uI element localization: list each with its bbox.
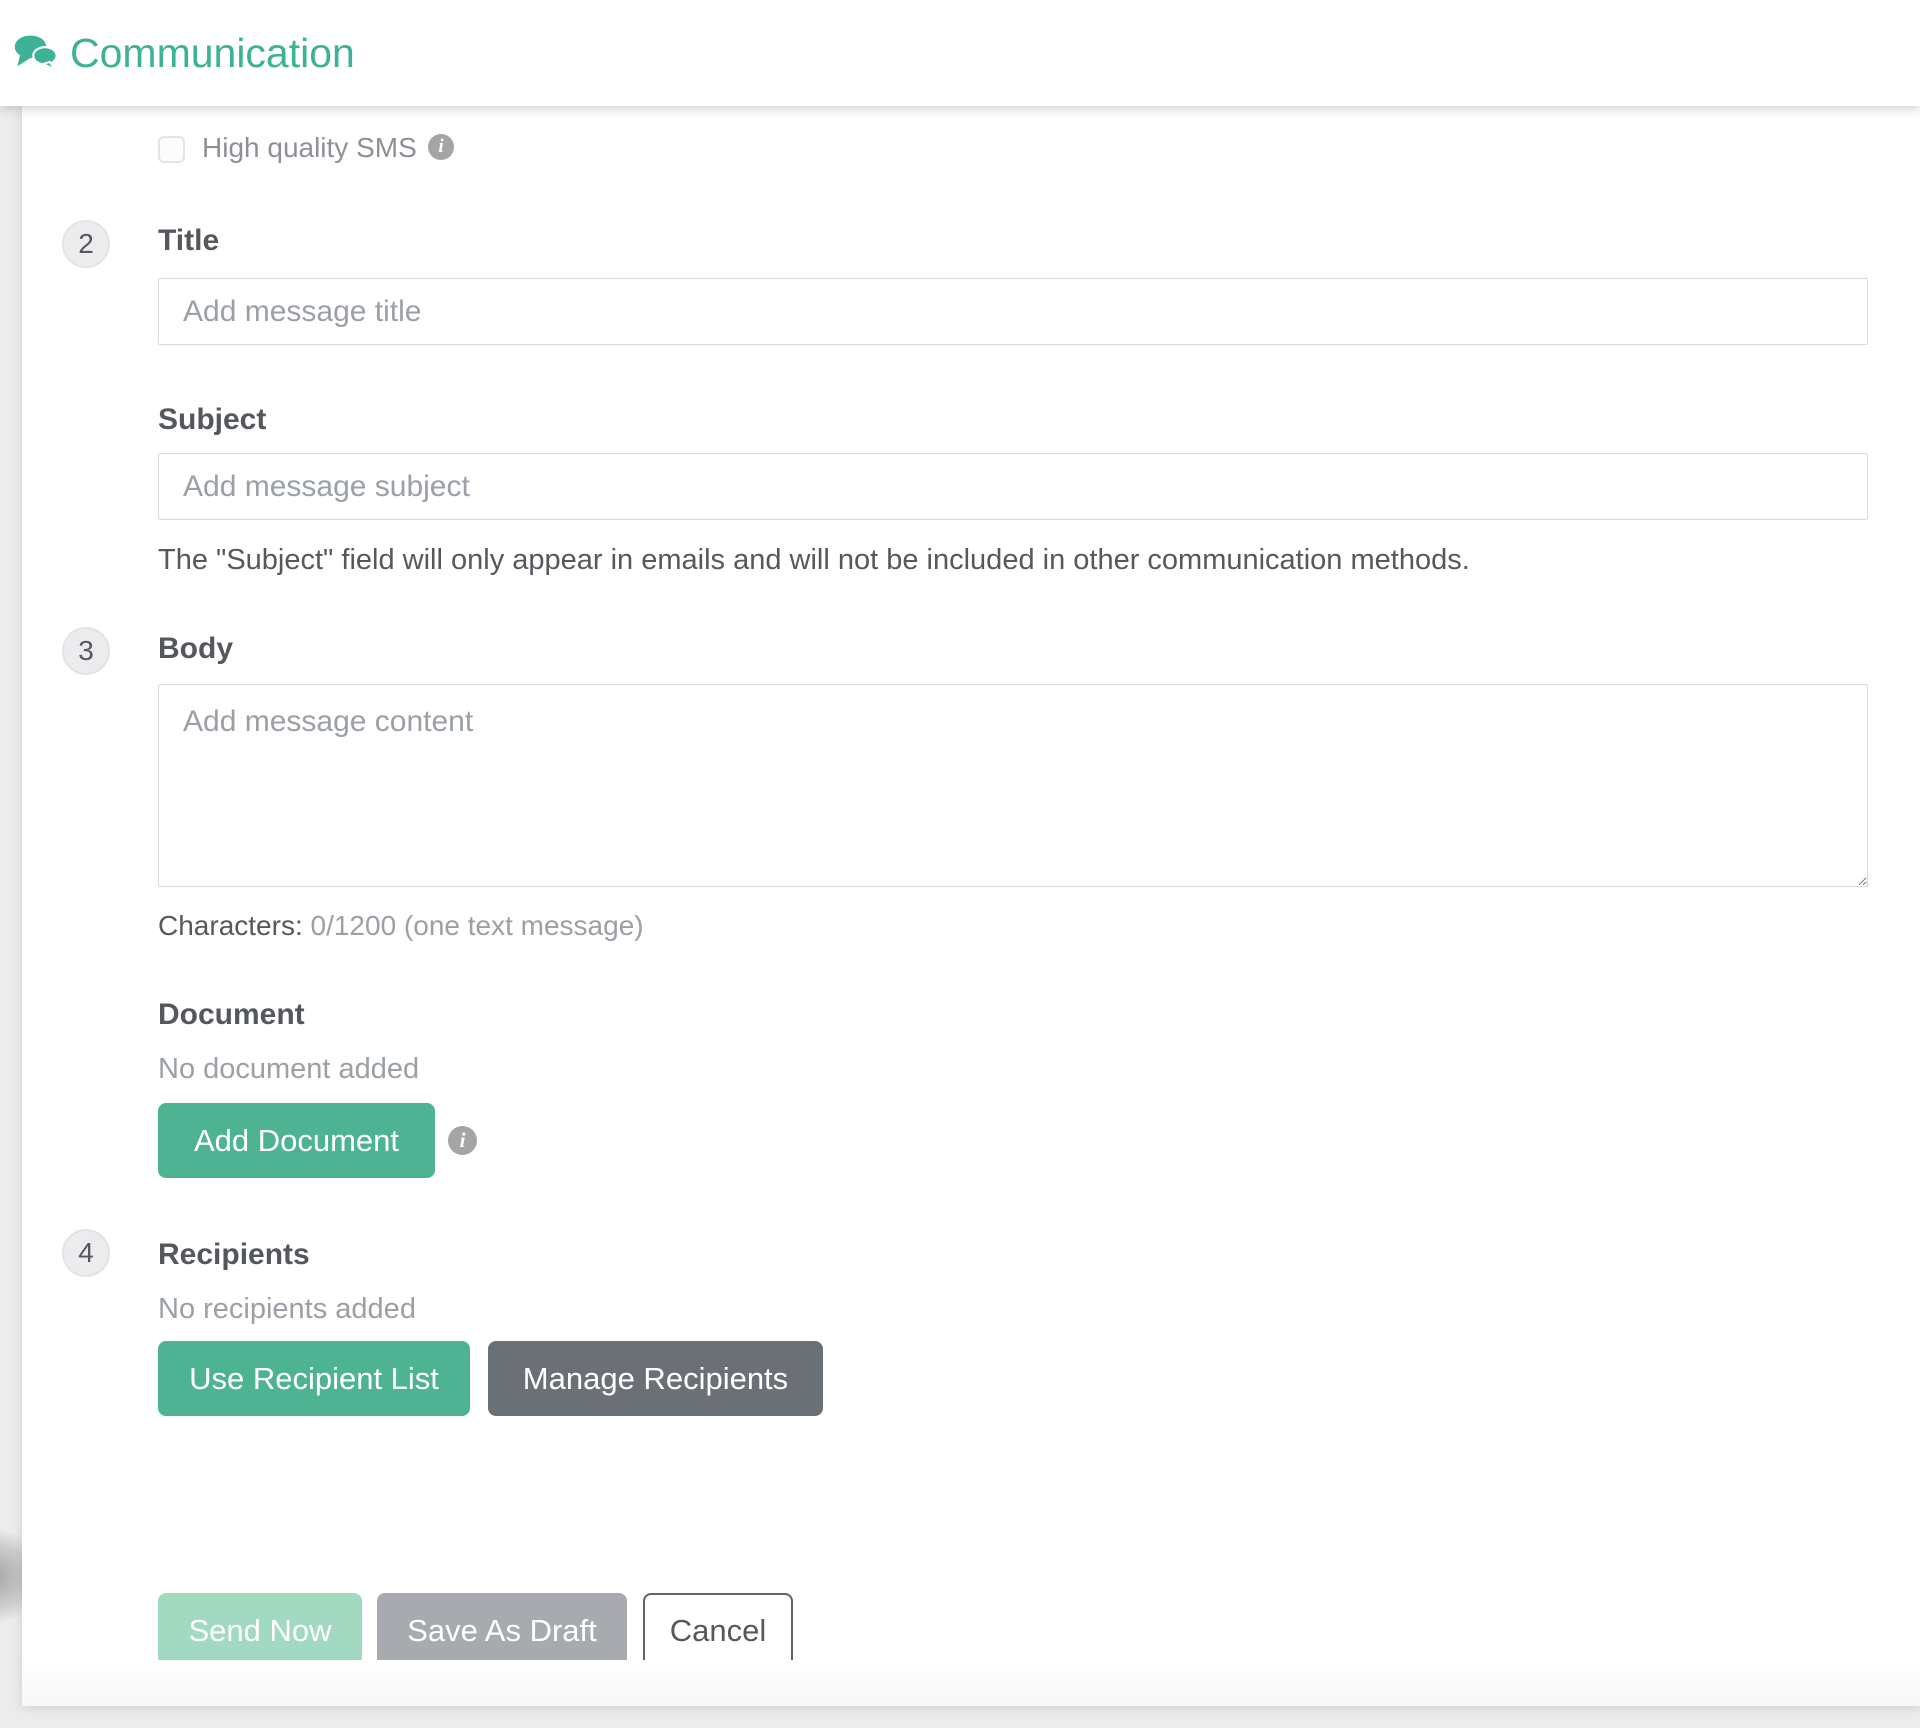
save-as-draft-button[interactable]: Save As Draft [377,1593,627,1668]
body-textarea[interactable] [158,684,1868,887]
sms-info-icon[interactable]: i [428,134,454,160]
add-document-info-icon[interactable]: i [448,1126,477,1155]
step-4-number: 4 [78,1237,94,1269]
page-title: Communication [70,30,355,77]
step-3-badge: 3 [62,627,110,675]
step-2-badge: 2 [62,220,110,268]
manage-recipients-button[interactable]: Manage Recipients [488,1341,823,1416]
character-counter-label: Characters: [158,910,303,941]
subject-help-text: The "Subject" field will only appear in … [158,544,1470,577]
character-counter: Characters: 0/1200 (one text message) [158,910,644,942]
communication-form-card: High quality SMS i 2 Title Subject The "… [22,106,1920,1706]
send-now-button[interactable]: Send Now [158,1593,362,1668]
body-label: Body [158,632,233,666]
high-quality-sms-label[interactable]: High quality SMS [202,132,417,164]
document-label: Document [158,998,305,1032]
character-counter-value: 0/1200 (one text message) [311,910,644,941]
page-header: Communication [0,0,1920,106]
recipients-label: Recipients [158,1238,310,1272]
recipients-empty-text: No recipients added [158,1293,416,1326]
document-empty-text: No document added [158,1053,419,1086]
step-2-number: 2 [78,228,94,260]
communication-page: { "header": { "title": "Communication" }… [0,0,1920,1728]
comments-icon [14,34,58,72]
subject-input[interactable] [158,453,1868,520]
cancel-button[interactable]: Cancel [643,1593,793,1668]
subject-label: Subject [158,403,266,437]
use-recipient-list-button[interactable]: Use Recipient List [158,1341,470,1416]
title-label: Title [158,224,219,258]
add-document-button[interactable]: Add Document [158,1103,435,1178]
title-input[interactable] [158,278,1868,345]
step-4-badge: 4 [62,1229,110,1277]
step-3-number: 3 [78,635,94,667]
high-quality-sms-checkbox[interactable] [158,136,185,163]
